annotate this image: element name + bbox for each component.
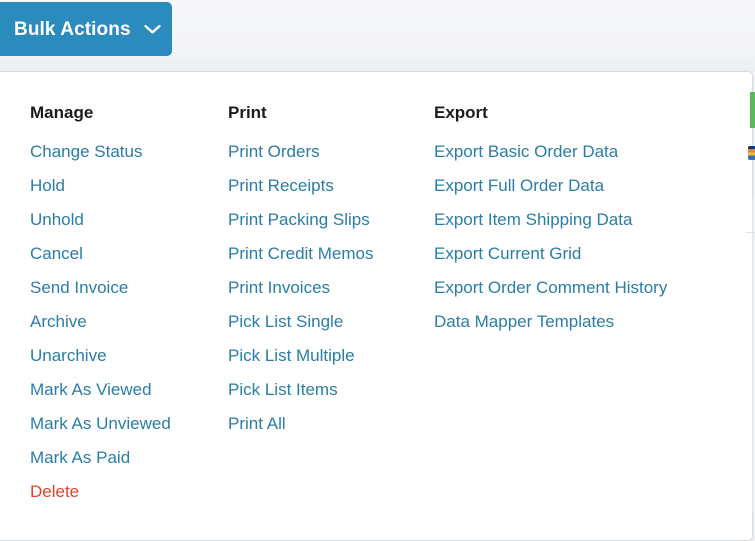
menu-item-link[interactable]: Print Invoices [228, 279, 330, 296]
bulk-actions-dropdown-panel: Manage Change Status Hold Unhold Cancel Send … [0, 71, 753, 541]
menu-item[interactable]: Print Packing Slips [228, 202, 428, 236]
menu-item[interactable]: Delete [30, 474, 220, 508]
menu-column-heading: Export [434, 102, 488, 122]
menu-item-link[interactable]: Unhold [30, 211, 84, 228]
bulk-actions-button[interactable]: Bulk Actions [0, 2, 172, 56]
menu-item-link[interactable]: Change Status [30, 143, 142, 160]
menu-item[interactable]: Export Item Shipping Data [434, 202, 734, 236]
menu-column-manage: Manage Change Status Hold Unhold Cancel Send … [30, 102, 220, 508]
edge-row-separator [746, 232, 755, 233]
menu-item[interactable]: Pick List Multiple [228, 338, 428, 372]
menu-columns: Manage Change Status Hold Unhold Cancel Send … [0, 72, 752, 540]
menu-item-link[interactable]: Print Packing Slips [228, 211, 370, 228]
menu-item[interactable]: Cancel [30, 236, 220, 270]
menu-column-export: Export Export Basic Order Data Export Full… [434, 102, 734, 338]
menu-item[interactable]: Pick List Single [228, 304, 428, 338]
menu-item[interactable]: Pick List Items [228, 372, 428, 406]
menu-item-link[interactable]: Data Mapper Templates [434, 313, 614, 330]
menu-item[interactable]: Hold [30, 168, 220, 202]
menu-item[interactable]: Print All [228, 406, 428, 440]
menu-item-link[interactable]: Archive [30, 313, 87, 330]
menu-item-link[interactable]: Export Current Grid [434, 245, 581, 262]
edge-divider [752, 196, 753, 512]
menu-item[interactable]: Print Invoices [228, 270, 428, 304]
edge-green-status-bar [750, 92, 755, 128]
menu-item-link[interactable]: Send Invoice [30, 279, 128, 296]
screen-root: Bulk Actions Manage Change Status Hold Unho… [0, 0, 755, 541]
menu-item-link[interactable]: Pick List Multiple [228, 347, 355, 364]
menu-item-link[interactable]: Export Full Order Data [434, 177, 604, 194]
menu-list: Print Orders Print Receipts Print Packing … [228, 134, 428, 440]
menu-item[interactable]: Export Current Grid [434, 236, 734, 270]
menu-item-link[interactable]: Pick List Items [228, 381, 338, 398]
menu-item[interactable]: Change Status [30, 134, 220, 168]
menu-item[interactable]: Mark As Unviewed [30, 406, 220, 440]
menu-item-link[interactable]: Cancel [30, 245, 83, 262]
menu-item[interactable]: Send Invoice [30, 270, 220, 304]
menu-column-heading: Print [228, 102, 267, 122]
menu-item[interactable]: Archive [30, 304, 220, 338]
menu-item-link[interactable]: Print Receipts [228, 177, 334, 194]
menu-item-link[interactable]: Print All [228, 415, 286, 432]
menu-item-link[interactable]: Delete [30, 483, 79, 500]
color-swatch-icon [748, 146, 755, 160]
menu-item-link[interactable]: Export Basic Order Data [434, 143, 618, 160]
menu-item-link[interactable]: Mark As Viewed [30, 381, 152, 398]
menu-item-link[interactable]: Mark As Unviewed [30, 415, 171, 432]
menu-item-link[interactable]: Print Orders [228, 143, 320, 160]
menu-item-link[interactable]: Print Credit Memos [228, 245, 373, 262]
menu-item[interactable]: Unhold [30, 202, 220, 236]
menu-item-link[interactable]: Export Item Shipping Data [434, 211, 632, 228]
menu-item[interactable]: Mark As Paid [30, 440, 220, 474]
menu-item[interactable]: Unarchive [30, 338, 220, 372]
menu-item[interactable]: Export Basic Order Data [434, 134, 734, 168]
menu-item[interactable]: Print Orders [228, 134, 428, 168]
menu-item[interactable]: Print Receipts [228, 168, 428, 202]
menu-item-link[interactable]: Unarchive [30, 347, 107, 364]
menu-list: Change Status Hold Unhold Cancel Send Invoic… [30, 134, 220, 508]
menu-item[interactable]: Export Order Comment History [434, 270, 734, 304]
menu-item[interactable]: Data Mapper Templates [434, 304, 734, 338]
menu-list: Export Basic Order Data Export Full Order… [434, 134, 734, 338]
menu-item-link[interactable]: Hold [30, 177, 65, 194]
chevron-down-icon [144, 24, 161, 35]
menu-item-link[interactable]: Pick List Single [228, 313, 343, 330]
menu-item[interactable]: Export Full Order Data [434, 168, 734, 202]
menu-item-link[interactable]: Mark As Paid [30, 449, 130, 466]
menu-item-link[interactable]: Export Order Comment History [434, 279, 667, 296]
menu-item[interactable]: Mark As Viewed [30, 372, 220, 406]
menu-column-print: Print Print Orders Print Receipts Print Pac… [228, 102, 428, 440]
menu-column-heading: Manage [30, 102, 94, 122]
bulk-actions-button-label: Bulk Actions [14, 18, 131, 40]
menu-item[interactable]: Print Credit Memos [228, 236, 428, 270]
